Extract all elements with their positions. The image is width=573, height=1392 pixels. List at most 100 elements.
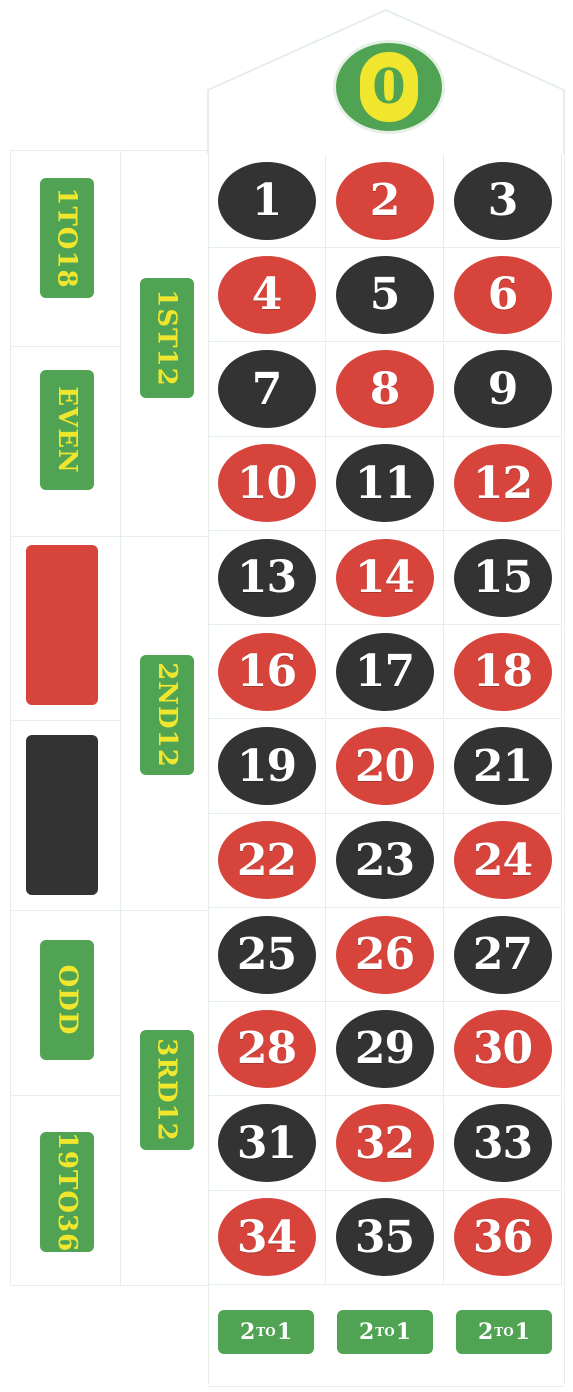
number-cell-16[interactable]: 16 <box>208 625 326 720</box>
number-label-18: 18 <box>453 632 552 711</box>
high-bet[interactable]: 19TO36 <box>40 1132 94 1252</box>
dozen-1-bet[interactable]: 1ST12 <box>140 278 194 398</box>
number-label-4: 4 <box>217 255 316 334</box>
number-cell-17[interactable]: 17 <box>326 625 444 720</box>
number-cell-27[interactable]: 27 <box>444 908 562 1002</box>
number-cell-34[interactable]: 34 <box>208 1190 326 1285</box>
number-label-27: 27 <box>453 915 552 994</box>
column-3-one: 1 <box>514 1319 530 1345</box>
number-label-20: 20 <box>335 727 434 805</box>
column-3-bet[interactable]: 2 TO 1 <box>456 1310 552 1354</box>
number-cell-28[interactable]: 28 <box>208 1002 326 1097</box>
odd-bet[interactable]: ODD <box>40 940 94 1060</box>
number-label-16: 16 <box>217 632 316 711</box>
number-label-31: 31 <box>217 1104 316 1182</box>
number-cell-22[interactable]: 22 <box>208 813 326 908</box>
number-label-12: 12 <box>453 444 552 523</box>
odd-bet-label: ODD <box>52 964 82 1036</box>
column-1-two: 2 <box>239 1319 256 1345</box>
number-cell-33[interactable]: 33 <box>444 1096 562 1191</box>
number-cell-21[interactable]: 21 <box>444 719 562 814</box>
number-label-1: 1 <box>217 161 316 240</box>
number-cell-6[interactable]: 6 <box>444 248 562 343</box>
number-label-28: 28 <box>217 1009 316 1088</box>
number-cell-23[interactable]: 23 <box>326 813 444 908</box>
zero-area-outline <box>207 8 565 154</box>
even-bet[interactable]: EVEN <box>40 370 94 490</box>
number-label-30: 30 <box>453 1009 552 1088</box>
number-label-5: 5 <box>335 255 434 334</box>
black-bet[interactable] <box>26 735 98 895</box>
number-cell-5[interactable]: 5 <box>326 248 444 343</box>
number-label-14: 14 <box>335 538 434 617</box>
low-bet[interactable]: 1TO18 <box>40 178 94 298</box>
number-cell-2[interactable]: 2 <box>326 154 444 248</box>
number-label-19: 19 <box>217 727 316 805</box>
number-label-25: 25 <box>217 915 316 994</box>
number-cell-25[interactable]: 25 <box>208 908 326 1002</box>
number-cell-9[interactable]: 9 <box>444 342 562 437</box>
number-label-21: 21 <box>453 727 552 805</box>
number-label-22: 22 <box>217 821 316 900</box>
number-cell-1[interactable]: 1 <box>208 154 326 248</box>
dozen-3-bet[interactable]: 3RD12 <box>140 1030 194 1150</box>
outside-divider <box>120 150 121 1286</box>
number-cell-14[interactable]: 14 <box>326 531 444 625</box>
number-label-13: 13 <box>217 538 316 617</box>
outside-separator-3 <box>10 346 120 347</box>
column-2-two: 2 <box>358 1319 375 1345</box>
zero-label: 0 <box>360 52 418 122</box>
number-label-35: 35 <box>335 1198 434 1277</box>
outside-left-border <box>10 150 11 1286</box>
number-cell-29[interactable]: 29 <box>326 1002 444 1097</box>
number-cell-30[interactable]: 30 <box>444 1002 562 1097</box>
number-cell-3[interactable]: 3 <box>444 154 562 248</box>
number-cell-18[interactable]: 18 <box>444 625 562 720</box>
number-cell-36[interactable]: 36 <box>444 1190 562 1285</box>
number-cell-8[interactable]: 8 <box>326 342 444 437</box>
dozen-2-label: 2ND12 <box>152 662 182 768</box>
column-1-to: TO <box>256 1325 276 1339</box>
column-3-two: 2 <box>477 1319 494 1345</box>
zero-pocket[interactable]: 0 <box>333 40 445 134</box>
outside-separator-4 <box>10 720 120 721</box>
number-label-6: 6 <box>453 255 552 334</box>
dozen-3-label: 3RD12 <box>152 1038 182 1142</box>
outside-separator-5 <box>10 1095 120 1096</box>
number-cell-13[interactable]: 13 <box>208 531 326 625</box>
number-cell-32[interactable]: 32 <box>326 1096 444 1191</box>
number-cell-26[interactable]: 26 <box>326 908 444 1002</box>
grid-right-border <box>564 130 565 1384</box>
number-cell-15[interactable]: 15 <box>444 531 562 625</box>
number-cell-35[interactable]: 35 <box>326 1190 444 1285</box>
number-cell-24[interactable]: 24 <box>444 813 562 908</box>
number-label-32: 32 <box>335 1104 434 1182</box>
number-cell-4[interactable]: 4 <box>208 248 326 343</box>
even-bet-label: EVEN <box>52 386 83 474</box>
number-label-9: 9 <box>453 350 552 428</box>
number-label-3: 3 <box>453 161 552 240</box>
number-cell-11[interactable]: 11 <box>326 436 444 531</box>
column-2-one: 1 <box>395 1319 411 1345</box>
dozen-2-bet[interactable]: 2ND12 <box>140 655 194 775</box>
column-3-to: TO <box>494 1325 514 1339</box>
column-2-bet[interactable]: 2 TO 1 <box>337 1310 433 1354</box>
number-cell-19[interactable]: 19 <box>208 719 326 814</box>
column-1-bet[interactable]: 2 TO 1 <box>218 1310 314 1354</box>
number-cell-7[interactable]: 7 <box>208 342 326 437</box>
number-label-33: 33 <box>453 1104 552 1182</box>
number-cell-20[interactable]: 20 <box>326 719 444 814</box>
number-cell-10[interactable]: 10 <box>208 436 326 531</box>
outside-separator-2 <box>10 910 208 911</box>
outside-bottom-border <box>10 1285 208 1286</box>
grid-bottom-border <box>208 1386 564 1387</box>
column-2-to: TO <box>375 1325 395 1339</box>
column-1-one: 1 <box>276 1319 292 1345</box>
number-cell-31[interactable]: 31 <box>208 1096 326 1191</box>
number-label-2: 2 <box>335 161 434 240</box>
number-label-24: 24 <box>453 821 552 900</box>
number-cell-12[interactable]: 12 <box>444 436 562 531</box>
number-label-8: 8 <box>335 350 434 428</box>
red-bet[interactable] <box>26 545 98 705</box>
number-grid: 1 2 3 4 5 6 7 8 9 10 11 12 13 14 15 16 17 18 19 20 21 22 23 24 2… <box>208 154 564 1285</box>
